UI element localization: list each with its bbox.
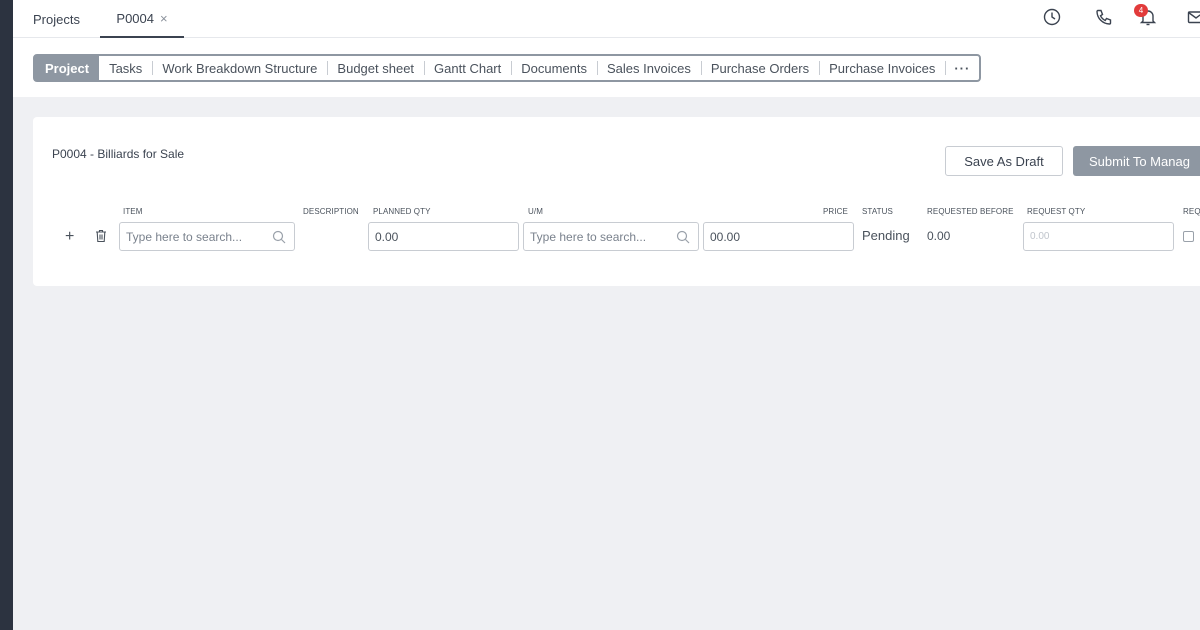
add-row-icon[interactable]: +: [65, 228, 74, 246]
submit-to-manager-button[interactable]: Submit To Manag: [1073, 146, 1200, 176]
column-header-price: PRICE: [823, 207, 848, 216]
page-title: P0004 - Billiards for Sale: [52, 147, 185, 161]
price-input[interactable]: 00.00: [703, 222, 854, 251]
tab-project[interactable]: Project: [35, 56, 100, 80]
tab-purchase-orders[interactable]: Purchase Orders: [700, 56, 819, 80]
column-header-requested-before: REQUESTED BEFORE: [927, 207, 1014, 216]
item-search-placeholder: Type here to search...: [126, 229, 243, 244]
tab-projects-label: Projects: [33, 11, 80, 27]
column-header-description: DESCRIPTION: [303, 207, 359, 216]
tab-gantt-chart[interactable]: Gantt Chart: [424, 56, 511, 80]
section-tabs: Project Tasks Work Breakdown Structure B…: [33, 54, 982, 82]
bell-icon[interactable]: 4: [1134, 4, 1160, 29]
requested-before-value: 0.00: [927, 229, 951, 243]
tab-p0004-label: P0004: [116, 10, 154, 26]
section-tab-bar: Project Tasks Work Breakdown Structure B…: [13, 38, 1200, 97]
request-qty-placeholder: 0.00: [1030, 231, 1050, 242]
column-header-item: ITEM: [123, 207, 143, 216]
req-checkbox[interactable]: [1183, 231, 1194, 242]
more-tabs-button[interactable]: ···: [945, 56, 979, 80]
clock-icon[interactable]: [1042, 7, 1064, 29]
tab-documents[interactable]: Documents: [511, 56, 597, 80]
tab-budget-sheet[interactable]: Budget sheet: [327, 56, 424, 80]
mail-icon[interactable]: [1186, 7, 1200, 29]
request-qty-input[interactable]: 0.00: [1023, 222, 1174, 251]
tab-sales-invoices[interactable]: Sales Invoices: [597, 56, 701, 80]
planned-qty-value: 0.00: [375, 229, 399, 244]
price-value: 00.00: [710, 229, 741, 244]
phone-icon[interactable]: [1094, 7, 1116, 29]
planned-qty-input[interactable]: 0.00: [368, 222, 519, 251]
tab-p0004[interactable]: P0004 ×: [100, 0, 184, 38]
save-as-draft-button[interactable]: Save As Draft: [945, 146, 1063, 176]
column-header-status: STATUS: [862, 207, 893, 216]
column-header-request-qty: REQUEST QTY: [1027, 207, 1086, 216]
notification-badge: 4: [1134, 4, 1148, 17]
column-header-planned-qty: PLANNED QTY: [373, 207, 431, 216]
tab-work-breakdown-structure[interactable]: Work Breakdown Structure: [152, 56, 327, 80]
item-search-input[interactable]: Type here to search...: [119, 222, 295, 251]
tab-projects[interactable]: Projects: [33, 0, 80, 38]
column-header-req: REQ: [1183, 207, 1200, 216]
sidebar-edge: [0, 0, 13, 630]
trash-icon[interactable]: [95, 229, 107, 243]
close-icon[interactable]: ×: [160, 11, 168, 26]
column-header-um: U/M: [528, 207, 543, 216]
tab-purchase-invoices[interactable]: Purchase Invoices: [819, 56, 945, 80]
top-bar: Projects P0004 × 4: [13, 0, 1200, 38]
request-card: P0004 - Billiards for Sale Save As Draft…: [33, 117, 1200, 286]
tab-tasks[interactable]: Tasks: [99, 56, 152, 80]
um-search-placeholder: Type here to search...: [530, 229, 647, 244]
status-text: Pending: [862, 228, 910, 243]
um-search-input[interactable]: Type here to search...: [523, 222, 699, 251]
app: Projects P0004 × 4 Project Tasks Work Br…: [13, 0, 1200, 630]
search-icon: [676, 230, 690, 244]
search-icon: [272, 230, 286, 244]
